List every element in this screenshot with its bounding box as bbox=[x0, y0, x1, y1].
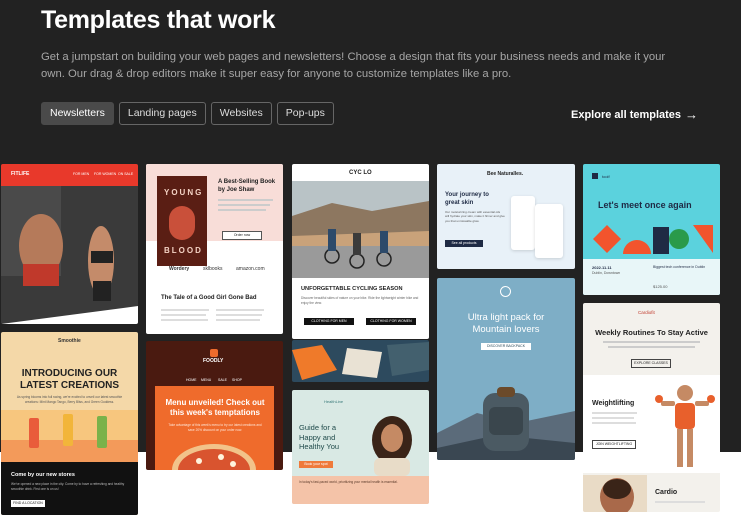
template-tabs: Newsletters Landing pages Websites Pop-u… bbox=[41, 102, 334, 125]
template-card-cycling[interactable]: CYC LO UNFORGETTABLE CYCLING SEASON Disc… bbox=[292, 164, 429, 339]
mountain-logo-icon bbox=[500, 286, 511, 297]
meet-location: Dublin, Downtown bbox=[592, 271, 621, 275]
page-subtitle: Get a jumpstart on building your web pag… bbox=[41, 51, 666, 80]
bee-jar-left bbox=[511, 196, 535, 250]
health-headline: Guide for a Happy and Healthy You bbox=[299, 423, 340, 451]
foodly-brand: FOODLY bbox=[203, 358, 224, 364]
book-logo-sklbooks: sklbooks bbox=[203, 266, 223, 272]
template-card-meet[interactable]: toolf Let's meet once again 2022.11.11 D… bbox=[583, 164, 720, 295]
foodly-nav-sale: SALE bbox=[218, 378, 227, 382]
smoothie-cta-text: We've opened a new place in the city. Co… bbox=[11, 482, 125, 491]
tab-websites[interactable]: Websites bbox=[210, 102, 272, 125]
cycling-body: Discover beautiful sides of nature on yo… bbox=[301, 296, 419, 305]
cardio-section2-title: Cardio bbox=[655, 489, 678, 496]
fitlife-brand: FITLIFE bbox=[11, 171, 30, 177]
bee-headline: Your journey to great skin bbox=[445, 192, 489, 206]
template-card-cardio[interactable]: Cardiofit Weekly Routines To Stay Active… bbox=[583, 303, 720, 512]
foodly-nav-shop: SHOP bbox=[232, 378, 242, 382]
explore-label: Explore all templates bbox=[571, 108, 682, 121]
health-body: In today's fast-paced world, prioritizin… bbox=[299, 480, 398, 484]
bee-body: Our moisturizing cream with essential oi… bbox=[445, 210, 505, 223]
cycling-brand: CYC LO bbox=[349, 170, 372, 176]
fitlife-nav-women: FOR WOMEN bbox=[94, 172, 117, 176]
meet-brand: toolf bbox=[602, 174, 610, 179]
bee-products-button[interactable]: See all products bbox=[445, 240, 483, 247]
meet-date: 2022.11.11 bbox=[592, 265, 612, 270]
arrow-right-icon: → bbox=[685, 107, 699, 122]
template-card-health[interactable]: HealthLine Guide for a Happy and Healthy… bbox=[292, 390, 429, 504]
cycling-hero-image bbox=[292, 181, 429, 278]
template-card-book[interactable]: YOUNG BLOOD A Best-Selling Book by Joe S… bbox=[146, 164, 283, 334]
smoothie-body: As spring blooms into full swing, we're … bbox=[16, 395, 123, 404]
meet-headline: Let's meet once again bbox=[598, 200, 692, 210]
bee-jar-right bbox=[535, 204, 563, 258]
health-woman-image bbox=[372, 416, 412, 476]
cardio-headline: Weekly Routines To Stay Active bbox=[595, 328, 708, 337]
foodly-logo-icon bbox=[210, 349, 218, 357]
template-card-bee[interactable]: Bee Naturalles. Your journey to great sk… bbox=[437, 164, 575, 269]
explore-all-templates-link[interactable]: Explore all templates → bbox=[571, 107, 698, 122]
book-cover: YOUNG BLOOD bbox=[157, 176, 207, 266]
meet-logo-icon bbox=[592, 173, 598, 179]
tab-newsletters[interactable]: Newsletters bbox=[41, 102, 114, 125]
foodly-body: Take advantage of this week's menu to tr… bbox=[168, 423, 262, 432]
health-brand: HealthLine bbox=[324, 399, 344, 404]
tab-landing-pages[interactable]: Landing pages bbox=[118, 102, 206, 125]
book-order-button[interactable]: Order now bbox=[222, 231, 262, 240]
cardio-runner-image bbox=[583, 475, 647, 512]
foodly-headline: Menu unveiled! Check out this week's tem… bbox=[165, 398, 265, 417]
foodly-pizza-image bbox=[172, 444, 256, 470]
cardio-section-title: Weightlifting bbox=[592, 400, 635, 407]
book-logo-amazon: amazon.com bbox=[236, 266, 265, 272]
foodly-nav-menu: MENU bbox=[201, 378, 212, 382]
meet-side-text: Biggest tech conference in Dublin bbox=[653, 265, 706, 269]
book-logo-wordery: Wordery bbox=[169, 266, 190, 272]
smoothie-cta-title: Come by our new stores bbox=[11, 472, 75, 478]
book-section-title: The Tale of a Good Girl Gone Bad bbox=[161, 295, 257, 301]
template-card-fitlife[interactable]: FITLIFE FOR MEN FOR WOMEN ON SALE bbox=[1, 164, 138, 324]
template-card-foodly[interactable]: FOODLY HOME MENU SALE SHOP Menu unveiled… bbox=[146, 341, 283, 470]
cycling-men-button[interactable]: CLOTHING FOR MEN bbox=[304, 318, 354, 325]
meet-shapes-image bbox=[593, 225, 713, 254]
smoothie-drinks-image bbox=[1, 410, 138, 462]
cardio-explore-button[interactable]: EXPLORE CLASSES bbox=[631, 359, 671, 368]
smoothie-find-location-button[interactable]: FIND A LOCATION bbox=[11, 500, 45, 507]
template-card-smoothie[interactable]: Smoothie INTRODUCING OUR LATEST CREATION… bbox=[1, 332, 138, 515]
mountain-discover-button[interactable]: DISCOVER BACKPACK bbox=[481, 343, 531, 350]
template-card-gear-strip[interactable] bbox=[292, 340, 429, 382]
fitlife-hero-image bbox=[1, 186, 138, 324]
book-cover-top: YOUNG bbox=[164, 188, 204, 197]
cardio-weightlifting-button[interactable]: JOIN WEIGHTLIFTING bbox=[592, 440, 636, 449]
mountain-headline: Ultra light pack for Mountain lovers bbox=[467, 312, 545, 335]
health-book-button[interactable]: Book your spot bbox=[299, 461, 333, 468]
tab-popups[interactable]: Pop-ups bbox=[276, 102, 334, 125]
template-card-mountain[interactable]: Ultra light pack for Mountain lovers DIS… bbox=[437, 278, 575, 460]
cardio-brand: Cardiofit bbox=[638, 310, 655, 315]
page-title: Templates that work bbox=[41, 6, 276, 34]
smoothie-headline: INTRODUCING OUR LATEST CREATIONS bbox=[19, 368, 120, 391]
cardio-athlete-image bbox=[655, 385, 715, 467]
book-cover-bottom: BLOOD bbox=[164, 246, 203, 255]
fitlife-nav-sale: ON SALE bbox=[118, 172, 134, 176]
meet-price: $125.00 bbox=[653, 284, 668, 289]
cycling-headline: UNFORGETTABLE CYCLING SEASON bbox=[301, 286, 403, 292]
fitlife-nav-men: FOR MEN bbox=[73, 172, 90, 176]
bee-brand: Bee Naturalles. bbox=[487, 171, 524, 177]
book-headline: A Best-Selling Book by Joe Shaw bbox=[218, 179, 276, 193]
foodly-nav-home: HOME bbox=[186, 378, 197, 382]
smoothie-brand: Smoothie bbox=[58, 338, 81, 344]
mountain-backpack-image bbox=[437, 387, 575, 460]
cycling-women-button[interactable]: CLOTHING FOR WOMEN bbox=[366, 318, 416, 325]
